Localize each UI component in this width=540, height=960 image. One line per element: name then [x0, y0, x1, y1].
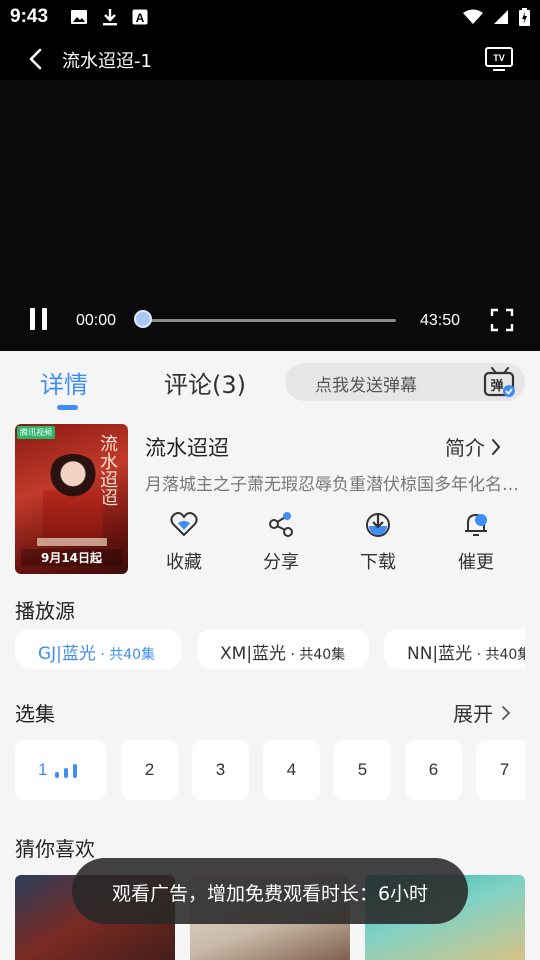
recommend-title: 猜你喜欢 — [15, 837, 95, 861]
episodes-title: 选集 — [15, 702, 55, 726]
progress-knob[interactable] — [134, 310, 152, 328]
source-count: · 共40集 — [476, 647, 525, 663]
episode-number: 7 — [499, 760, 510, 779]
urge-update-button[interactable]: 催更 — [436, 506, 516, 576]
total-time: 43:50 — [420, 312, 461, 329]
download-status-icon — [103, 9, 117, 26]
video-player[interactable]: 9:43 A 流水迢迢-1 TV 00:00 43:50 — [0, 0, 540, 351]
image-icon — [71, 10, 87, 24]
notification-icons: A — [70, 8, 148, 26]
tab-bar: 详情 评论(3) 点我发送弹幕 弹 — [0, 351, 540, 413]
player-top-bar: 流水迢迢-1 TV — [0, 38, 540, 78]
poster-figure — [43, 454, 103, 544]
source-list: GJ|蓝光 · 共40集 XM|蓝光 · 共40集 NN|蓝光 · 共40集 — [15, 629, 525, 669]
tv-icon: TV — [485, 47, 513, 71]
danmu-icon[interactable]: 弹 — [483, 366, 517, 398]
status-time: 9:43 — [10, 6, 49, 27]
sources-title: 播放源 — [15, 599, 75, 623]
source-count: · 共40集 — [286, 647, 346, 663]
poster-subtitle-bar — [37, 538, 107, 546]
tab-detail[interactable]: 详情 — [40, 365, 88, 400]
chevron-right-icon — [502, 705, 511, 720]
share-button[interactable]: 分享 — [241, 506, 321, 576]
show-title: 流水迢迢 — [145, 436, 229, 460]
episode-item[interactable]: 7 — [476, 740, 525, 800]
source-name: XM|蓝光 — [220, 644, 287, 664]
urge-update-label: 催更 — [458, 552, 494, 573]
chevron-right-icon — [492, 438, 501, 455]
source-count: · 共40集 — [95, 647, 156, 663]
expand-label: 展开 — [453, 702, 493, 726]
download-button[interactable]: 下载 — [338, 506, 418, 576]
player-controls: 00:00 43:50 — [0, 300, 540, 340]
ad-toast: 观看广告，增加免费观看时长：6小时 — [72, 858, 468, 924]
episode-number: 5 — [357, 760, 368, 779]
favorite-icon — [170, 512, 198, 537]
episode-item[interactable]: 1 — [15, 740, 106, 800]
source-item-gj[interactable]: GJ|蓝光 · 共40集 — [15, 629, 181, 669]
episode-item[interactable]: 3 — [192, 740, 249, 800]
signal-icon — [494, 10, 508, 24]
episode-item[interactable]: 2 — [121, 740, 178, 800]
progress-bar[interactable] — [143, 319, 396, 322]
share-icon — [269, 512, 293, 537]
episode-number: 4 — [286, 760, 297, 779]
episode-number: 2 — [144, 760, 155, 779]
fullscreen-icon[interactable] — [490, 308, 514, 332]
download-label: 下载 — [360, 552, 396, 573]
system-icons — [463, 8, 530, 26]
bell-icon — [465, 513, 487, 536]
favorite-label: 收藏 — [166, 552, 202, 573]
episode-number: 3 — [215, 760, 226, 779]
video-title: 流水迢迢-1 — [62, 51, 152, 72]
show-poster[interactable]: 腾讯视频 流水迢迢 9月14日起 — [15, 424, 128, 574]
intro-link[interactable]: 简介 — [445, 432, 501, 461]
pause-button[interactable] — [26, 308, 50, 332]
show-description: 月落城主之子萧无瑕忍辱负重潜伏椋国多年化名… — [145, 475, 519, 495]
chevron-left-icon — [29, 48, 42, 70]
episode-item[interactable]: 5 — [334, 740, 391, 800]
source-name: GJ|蓝光 — [38, 644, 96, 664]
danmu-icon-text: 弹 — [490, 378, 503, 394]
svg-text:A: A — [136, 11, 145, 25]
tab-comments[interactable]: 评论(3) — [164, 365, 246, 400]
poster-tag: 腾讯视频 — [17, 426, 55, 439]
intro-label: 简介 — [445, 436, 485, 460]
source-item-xm[interactable]: XM|蓝光 · 共40集 — [197, 629, 369, 669]
episode-item[interactable]: 4 — [263, 740, 320, 800]
episode-number: 6 — [428, 760, 439, 779]
episode-number: 1 — [38, 760, 48, 779]
active-tab-indicator — [57, 405, 78, 410]
app-a-icon: A — [132, 9, 148, 25]
back-button[interactable] — [20, 44, 50, 74]
playing-bars-icon — [55, 764, 77, 778]
episode-list: 1 2 3 4 5 6 7 — [15, 740, 525, 800]
download-icon — [366, 513, 390, 537]
favorite-button[interactable]: 收藏 — [144, 506, 224, 576]
poster-date: 9月14日起 — [21, 549, 122, 566]
episode-item[interactable]: 6 — [405, 740, 462, 800]
danmu-input[interactable]: 点我发送弹幕 弹 — [285, 363, 525, 401]
cast-tv-button[interactable]: TV — [484, 44, 514, 74]
danmu-placeholder: 点我发送弹幕 — [315, 376, 417, 396]
wifi-icon — [463, 9, 483, 24]
share-label: 分享 — [263, 552, 299, 573]
source-name: NN|蓝光 — [407, 644, 473, 664]
status-bar: 9:43 A — [0, 0, 540, 36]
battery-icon — [519, 8, 530, 26]
svg-text:TV: TV — [493, 53, 505, 63]
source-item-nn[interactable]: NN|蓝光 · 共40集 — [384, 629, 525, 669]
current-time: 00:00 — [76, 312, 117, 329]
expand-episodes-link[interactable]: 展开 — [453, 698, 511, 727]
